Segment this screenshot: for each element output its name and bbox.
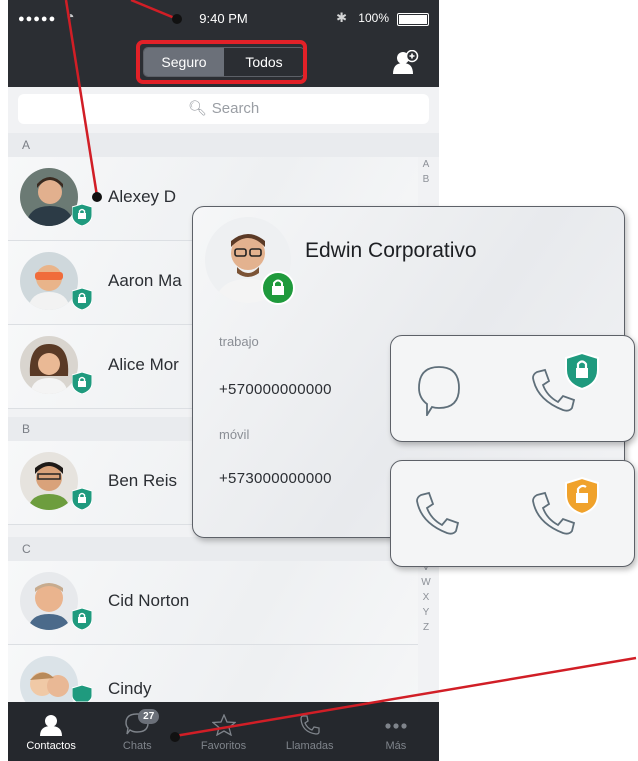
tab-llamadas[interactable]: Llamadas: [267, 702, 353, 761]
contact-card-name: Edwin Corporativo: [305, 239, 477, 262]
regular-call-button[interactable]: [415, 489, 461, 542]
search-placeholder: Search: [211, 100, 260, 117]
more-dots-icon: [385, 723, 407, 729]
add-person-icon: [393, 49, 419, 74]
secure-lock-icon: [71, 203, 93, 227]
annotation-highlight-box: [136, 40, 307, 84]
section-header-c: C: [8, 537, 439, 561]
work-label: trabajo: [219, 334, 259, 349]
contact-name: Alice Mor: [108, 355, 179, 374]
index-letter[interactable]: Y: [419, 605, 433, 620]
mobile-number[interactable]: +573000000000: [219, 470, 332, 487]
tab-label: Llamadas: [285, 740, 334, 752]
index-letter[interactable]: W: [419, 575, 433, 590]
chat-bubble-icon: [418, 366, 460, 419]
avatar: [20, 572, 78, 630]
work-number[interactable]: +570000000000: [219, 381, 332, 398]
contact-name: Aaron Ma: [108, 271, 182, 290]
index-letter[interactable]: A: [419, 157, 433, 172]
tab-label: Favoritos: [200, 740, 247, 752]
index-letter[interactable]: X: [419, 590, 433, 605]
contact-name: Ben Reis: [108, 471, 177, 490]
section-header-a: A: [8, 133, 439, 157]
tab-contactos[interactable]: Contactos: [8, 702, 94, 761]
add-contact-button[interactable]: [393, 49, 419, 79]
battery-percent: 100%: [358, 11, 389, 25]
bluetooth-icon: ✱: [336, 10, 347, 25]
tab-label: Chats: [122, 740, 152, 752]
secure-actions-card: [390, 335, 635, 442]
tab-mas[interactable]: Más: [353, 702, 439, 761]
unsecure-actions-card: [390, 460, 635, 567]
secure-lock-icon: [71, 607, 93, 631]
search-icon: 🔍︎: [187, 100, 207, 117]
contact-row[interactable]: Cid Norton: [8, 561, 418, 645]
mobile-label: móvil: [219, 427, 250, 442]
secure-lock-icon: [71, 487, 93, 511]
tab-chats[interactable]: 27 Chats: [94, 702, 180, 761]
star-icon: [211, 714, 236, 736]
contact-name: Cindy: [108, 679, 152, 698]
tab-label: Más: [385, 740, 407, 752]
search-bar-area: 🔍︎ Search: [8, 87, 439, 133]
secure-shield-icon: [565, 351, 599, 395]
phone-icon: [300, 715, 320, 735]
contact-row[interactable]: Cindy: [8, 645, 418, 714]
battery-icon: [397, 13, 429, 26]
alphabet-index-bottom[interactable]: V W X Y Z: [419, 560, 433, 635]
index-letter[interactable]: Z: [419, 620, 433, 635]
avatar: [20, 336, 78, 394]
contact-name: Alexey D: [108, 187, 177, 206]
avatar: [20, 452, 78, 510]
index-letter[interactable]: B: [419, 172, 433, 187]
status-bar: ●●●●● ◔ 9:40 PM ✱ 100%: [8, 0, 439, 37]
chats-unread-badge: 27: [138, 709, 160, 724]
secure-lock-icon: [71, 371, 93, 395]
unsecure-shield-icon: [565, 476, 599, 520]
tab-favoritos[interactable]: Favoritos: [180, 702, 266, 761]
contact-name: Cid Norton: [108, 591, 190, 610]
avatar: [20, 168, 78, 226]
bottom-tab-bar: Contactos 27 Chats Favoritos Llamadas Má…: [8, 702, 439, 761]
secure-lock-icon: [71, 287, 93, 311]
secure-lock-icon: [261, 271, 295, 305]
phone-icon: [416, 491, 460, 535]
avatar: [20, 252, 78, 310]
person-icon: [40, 715, 63, 736]
tab-label: Contactos: [26, 740, 76, 752]
search-input[interactable]: 🔍︎ Search: [18, 94, 429, 124]
alphabet-index-top[interactable]: A B: [419, 157, 433, 187]
secure-chat-button[interactable]: [415, 364, 463, 421]
